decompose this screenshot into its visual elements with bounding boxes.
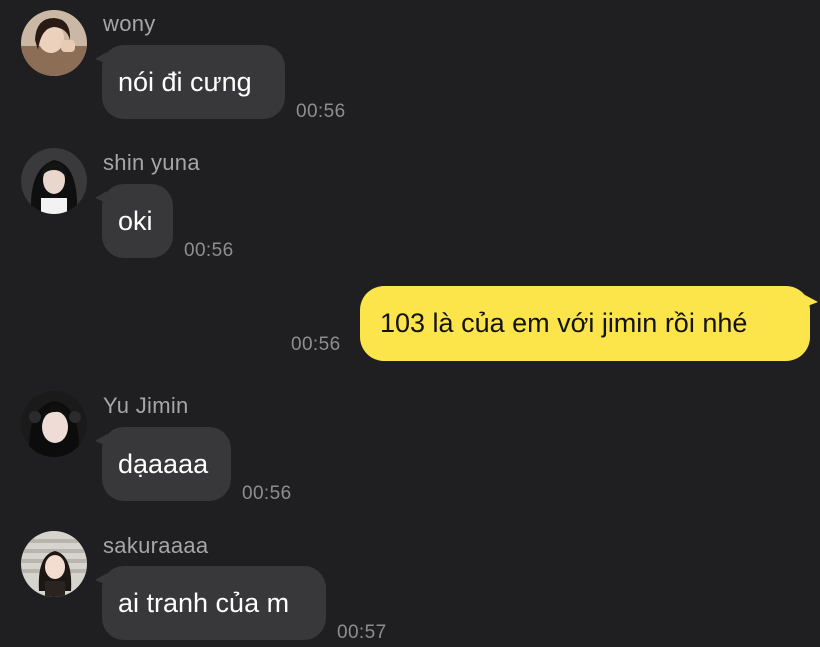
message-bubble[interactable]: oki: [95, 184, 173, 258]
sender-name: wony: [103, 11, 156, 36]
sender-name: shin yuna: [103, 150, 200, 175]
avatar-yu-jimin[interactable]: [21, 391, 87, 457]
avatar-sakuraaaa[interactable]: [21, 531, 87, 597]
message-timestamp: 00:57: [337, 622, 387, 643]
chat-message-list[interactable]: wony nói đi cưng 00:56 shin yuna oki 00:…: [0, 0, 820, 647]
message-bubble[interactable]: nói đi cưng: [95, 45, 285, 119]
avatar-shin-yuna[interactable]: [21, 148, 87, 214]
message-timestamp: 00:56: [296, 101, 346, 122]
profile-photo-icon: [21, 531, 87, 597]
profile-photo-icon: [21, 148, 87, 214]
sender-name: Yu Jimin: [103, 393, 189, 418]
avatar-wony[interactable]: [21, 10, 87, 76]
message-timestamp: 00:56: [242, 483, 292, 504]
profile-photo-icon: [21, 10, 87, 76]
message-bubble[interactable]: 103 là của em với jimin rồi nhé: [360, 286, 818, 361]
message-bubble[interactable]: ai tranh của m: [95, 566, 326, 640]
message-bubble[interactable]: dạaaaa: [95, 427, 231, 501]
message-timestamp: 00:56: [291, 334, 341, 355]
profile-photo-icon: [21, 391, 87, 457]
sender-name: sakuraaaa: [103, 533, 209, 558]
message-timestamp: 00:56: [184, 240, 234, 261]
